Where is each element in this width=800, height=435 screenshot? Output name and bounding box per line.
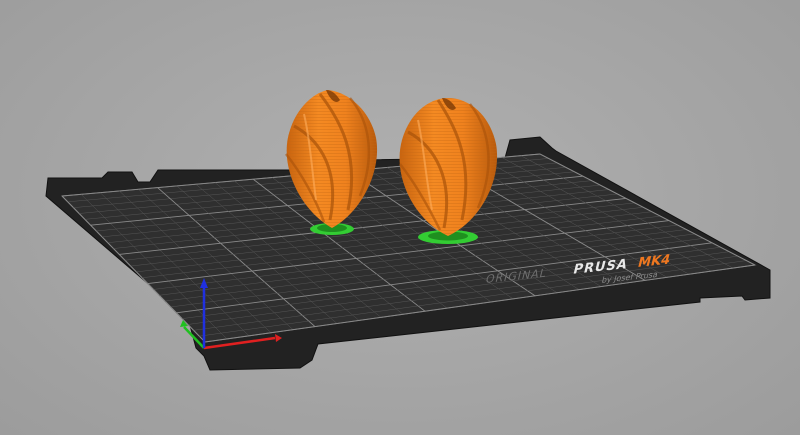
- scene-canvas[interactable]: ORIGINAL PRUSA MK4 by Josef Prusa: [0, 0, 800, 435]
- 3d-viewport[interactable]: ORIGINAL PRUSA MK4 by Josef Prusa: [0, 0, 800, 435]
